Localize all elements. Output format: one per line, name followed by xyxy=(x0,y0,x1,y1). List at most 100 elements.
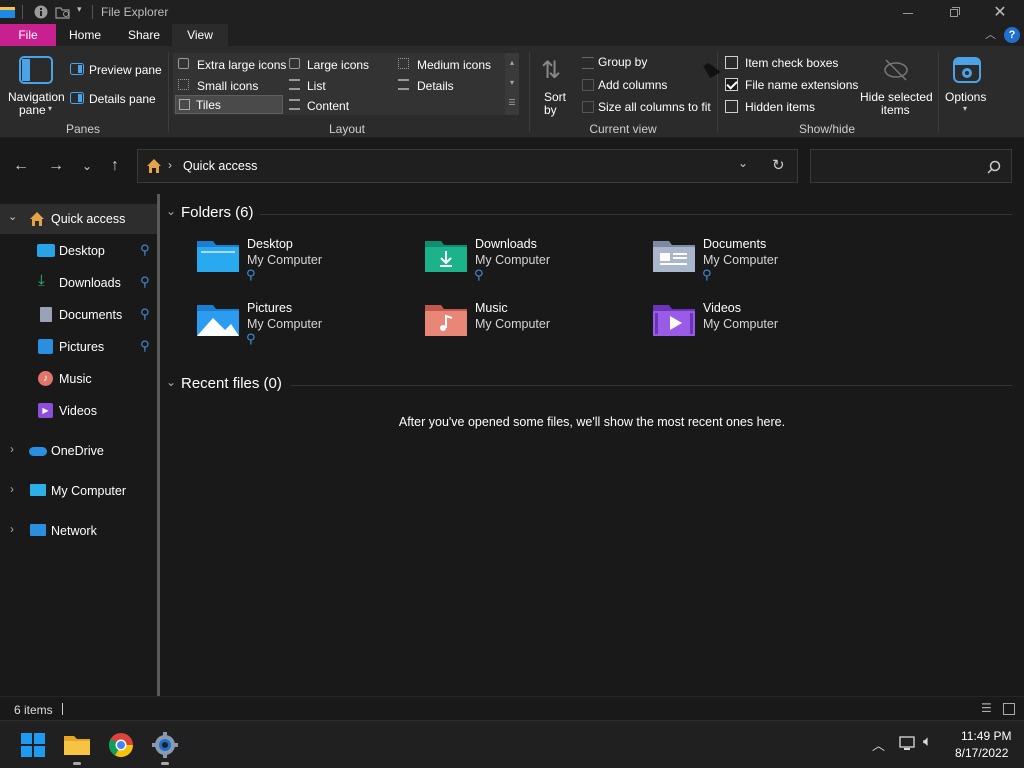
back-arrow-icon[interactable]: ← xyxy=(10,152,32,180)
group-by-button[interactable]: Group by xyxy=(582,54,692,72)
options-button[interactable]: Options ▾ xyxy=(940,54,994,120)
preview-pane-label: Preview pane xyxy=(89,63,162,77)
folder-app-icon[interactable] xyxy=(0,4,16,20)
address-dropdown-icon[interactable]: ⌄ xyxy=(738,156,748,170)
pin-icon[interactable]: ⚲ xyxy=(140,274,150,290)
layout-content[interactable]: Content xyxy=(286,95,394,114)
file-name-extensions-checkbox[interactable] xyxy=(725,78,738,91)
taskbar-chrome[interactable] xyxy=(105,729,137,761)
taskbar-file-explorer[interactable] xyxy=(61,729,93,765)
tab-file[interactable]: File xyxy=(0,24,56,46)
up-arrow-icon[interactable]: ↑ xyxy=(104,152,126,180)
tab-share[interactable]: Share xyxy=(118,24,170,46)
sidebar-item-onedrive[interactable]: › OneDrive xyxy=(0,436,157,466)
folder-tile-music[interactable]: Music My Computer xyxy=(424,301,644,357)
address-bar[interactable]: › Quick access ⌄ ↻ xyxy=(137,149,798,183)
navigation-pane-label: Navigation xyxy=(8,90,65,104)
folder-tile-desktop[interactable]: Desktop My Computer ⚲ xyxy=(196,237,416,293)
details-view-icon[interactable]: ☰ xyxy=(981,701,992,715)
layout-large-icons[interactable]: Large icons xyxy=(286,55,394,74)
expand-chevron-icon[interactable]: › xyxy=(10,522,14,536)
layout-medium-icons[interactable]: Medium icons xyxy=(395,55,503,74)
sidebar-item-quick-access[interactable]: ⌄ Quick access xyxy=(0,204,157,234)
refresh-icon[interactable]: ↻ xyxy=(772,156,785,174)
preview-pane-button[interactable]: Preview pane xyxy=(70,60,162,78)
folders-collapse-icon[interactable]: ⌄ xyxy=(166,204,176,218)
new-folder-icon[interactable] xyxy=(55,5,71,19)
hidden-items-toggle[interactable]: Hidden items xyxy=(725,98,855,116)
recent-locations-chevron-icon[interactable]: ⌄ xyxy=(76,152,98,180)
taskbar-settings[interactable] xyxy=(149,729,181,765)
folder-tile-pictures[interactable]: Pictures My Computer ⚲ xyxy=(196,301,416,357)
downloads-folder-icon xyxy=(425,241,467,272)
sidebar-item-documents[interactable]: Documents ⚲ xyxy=(0,300,157,330)
clock-date[interactable]: 8/17/2022 xyxy=(955,746,1008,760)
tab-home[interactable]: Home xyxy=(60,24,110,46)
sidebar-item-music[interactable]: ♪ Music xyxy=(0,364,157,394)
layout-details[interactable]: Details xyxy=(395,75,503,94)
pin-icon[interactable]: ⚲ xyxy=(140,242,150,258)
volume-icon[interactable]: 🔈︎ xyxy=(923,733,932,750)
layout-label: Content xyxy=(307,99,350,113)
expand-chevron-icon[interactable]: › xyxy=(10,482,14,496)
network-status-icon[interactable] xyxy=(899,736,917,752)
folders-header[interactable]: Folders (6) xyxy=(181,204,254,221)
sidebar-item-desktop[interactable]: Desktop ⚲ xyxy=(0,236,157,266)
navigation-pane-button[interactable]: Navigation pane ▾ xyxy=(4,52,68,118)
hide-selected-items-button[interactable]: Hide selected items xyxy=(858,54,933,120)
sort-label: Sort xyxy=(544,90,567,104)
breadcrumb-quick-access[interactable]: Quick access xyxy=(183,159,257,173)
current-view-group-label: Current view xyxy=(589,122,657,136)
item-check-boxes-checkbox[interactable] xyxy=(725,56,738,69)
video-icon: ▶ xyxy=(38,403,53,418)
expand-chevron-icon[interactable]: › xyxy=(10,442,14,456)
layout-tiles[interactable]: Tiles xyxy=(175,95,283,114)
item-check-boxes-toggle[interactable]: Item check boxes xyxy=(725,54,855,72)
sort-by-button[interactable]: ⇅ Sort by xyxy=(536,56,576,118)
layout-label: Small icons xyxy=(197,79,259,93)
help-icon[interactable]: ? xyxy=(1004,27,1020,43)
close-button[interactable]: ✕ xyxy=(988,0,1012,24)
sidebar-item-pictures[interactable]: Pictures ⚲ xyxy=(0,332,157,362)
sidebar-item-videos[interactable]: ▶ Videos xyxy=(0,396,157,426)
file-name-extensions-toggle[interactable]: File name extensions xyxy=(725,76,858,94)
clock-time[interactable]: 11:49 PM xyxy=(961,729,1011,743)
pin-icon[interactable]: ⚲ xyxy=(140,306,150,322)
search-box[interactable] xyxy=(810,149,1012,183)
layout-list[interactable]: List xyxy=(286,75,394,94)
layout-scrollbar[interactable]: ▴ ▾ ☰ xyxy=(505,53,519,115)
window-title: File Explorer xyxy=(101,5,169,19)
folder-location: My Computer xyxy=(247,317,323,331)
layout-small-icons[interactable]: Small icons xyxy=(175,75,285,94)
quick-access-dropdown-icon[interactable]: ▾ xyxy=(77,4,82,15)
add-columns-button[interactable]: Add columns xyxy=(582,76,692,94)
layout-extra-large-icons[interactable]: Extra large icons xyxy=(175,55,286,74)
tab-view[interactable]: View xyxy=(172,24,228,46)
pin-icon: ⚲ xyxy=(246,267,256,282)
breadcrumb-separator-icon: › xyxy=(168,158,172,172)
hidden-items-checkbox[interactable] xyxy=(725,100,738,113)
sidebar-item-my-computer[interactable]: › My Computer xyxy=(0,476,157,506)
properties-icon[interactable] xyxy=(34,5,48,19)
sidebar-item-network[interactable]: › Network xyxy=(0,516,157,546)
show-hidden-icons-chevron-icon[interactable]: ︿ xyxy=(872,735,885,754)
forward-arrow-icon[interactable]: → xyxy=(45,152,67,180)
recent-files-header[interactable]: Recent files (0) xyxy=(181,375,282,392)
folder-tile-downloads[interactable]: Downloads My Computer ⚲ xyxy=(424,237,644,293)
folder-tile-documents[interactable]: Documents My Computer ⚲ xyxy=(652,237,872,293)
size-all-columns-button[interactable]: Size all columns to fit xyxy=(582,98,712,116)
expand-chevron-icon[interactable]: ⌄ xyxy=(8,210,17,223)
details-pane-button[interactable]: Details pane xyxy=(70,90,162,108)
large-icons-view-icon[interactable] xyxy=(1003,703,1015,715)
folder-tile-videos[interactable]: Videos My Computer xyxy=(652,301,872,357)
collapse-ribbon-icon[interactable]: ︿ xyxy=(985,26,996,42)
start-button[interactable] xyxy=(17,729,49,761)
recent-collapse-icon[interactable]: ⌄ xyxy=(166,375,176,389)
minimize-button[interactable] xyxy=(896,0,920,24)
restore-button[interactable] xyxy=(942,0,966,24)
pin-icon[interactable]: ⚲ xyxy=(140,338,150,354)
ribbon-tabs: File Home Share View ︿ ? xyxy=(0,24,1024,46)
sidebar-item-downloads[interactable]: ⤓ Downloads ⚲ xyxy=(0,268,157,298)
chevron-down-icon: ▾ xyxy=(48,104,53,113)
chrome-icon xyxy=(108,733,133,758)
